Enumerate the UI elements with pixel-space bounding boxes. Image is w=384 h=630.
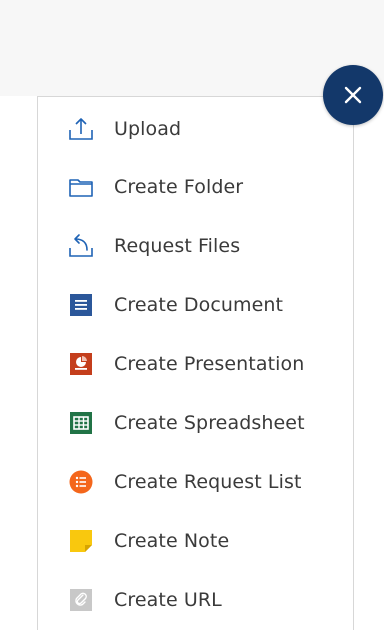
- menu-item-label: Create URL: [114, 589, 222, 611]
- url-icon: [68, 587, 94, 613]
- menu-item-label: Create Note: [114, 530, 230, 552]
- menu-item-label: Create Spreadsheet: [114, 412, 305, 434]
- request-list-icon: [68, 469, 94, 495]
- menu-item-create-request-list[interactable]: Create Request List: [68, 462, 338, 502]
- spreadsheet-icon: [68, 410, 94, 436]
- request-files-icon: [68, 233, 94, 259]
- menu-item-request-files[interactable]: Request Files: [68, 226, 338, 266]
- close-icon: [342, 84, 364, 106]
- close-button[interactable]: [323, 65, 383, 125]
- menu-item-create-presentation[interactable]: Create Presentation: [68, 344, 338, 384]
- document-icon: [68, 292, 94, 318]
- menu-item-create-url[interactable]: Create URL: [68, 580, 338, 620]
- menu-item-create-document[interactable]: Create Document: [68, 285, 338, 325]
- folder-icon: [68, 174, 94, 200]
- upload-icon: [68, 116, 94, 142]
- menu-item-create-spreadsheet[interactable]: Create Spreadsheet: [68, 403, 338, 443]
- menu-item-create-note[interactable]: Create Note: [68, 521, 338, 561]
- menu-item-label: Create Request List: [114, 471, 302, 493]
- presentation-icon: [68, 351, 94, 377]
- menu-item-label: Create Presentation: [114, 353, 305, 375]
- note-icon: [68, 528, 94, 554]
- create-menu: Upload Create Folder Request Files Creat…: [37, 96, 354, 630]
- menu-item-label: Create Document: [114, 294, 284, 316]
- menu-item-upload[interactable]: Upload: [68, 109, 338, 149]
- menu-item-create-folder[interactable]: Create Folder: [68, 167, 338, 207]
- menu-item-label: Request Files: [114, 235, 241, 257]
- menu-item-label: Create Folder: [114, 176, 244, 198]
- menu-item-label: Upload: [114, 118, 182, 140]
